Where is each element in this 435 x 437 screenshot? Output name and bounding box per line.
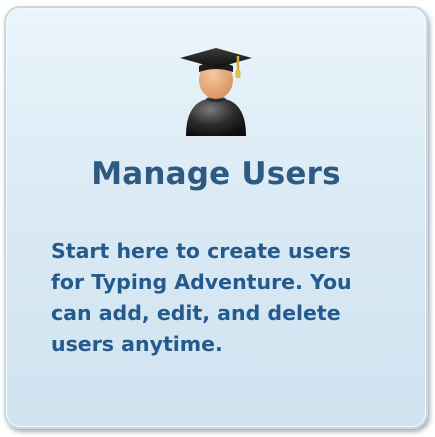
- manage-users-tile[interactable]: Manage Users Start here to create users …: [4, 6, 428, 429]
- tile-description: Start here to create users for Typing Ad…: [51, 239, 352, 356]
- graduate-user-icon: [176, 42, 256, 138]
- tile-title: Manage Users: [91, 156, 341, 192]
